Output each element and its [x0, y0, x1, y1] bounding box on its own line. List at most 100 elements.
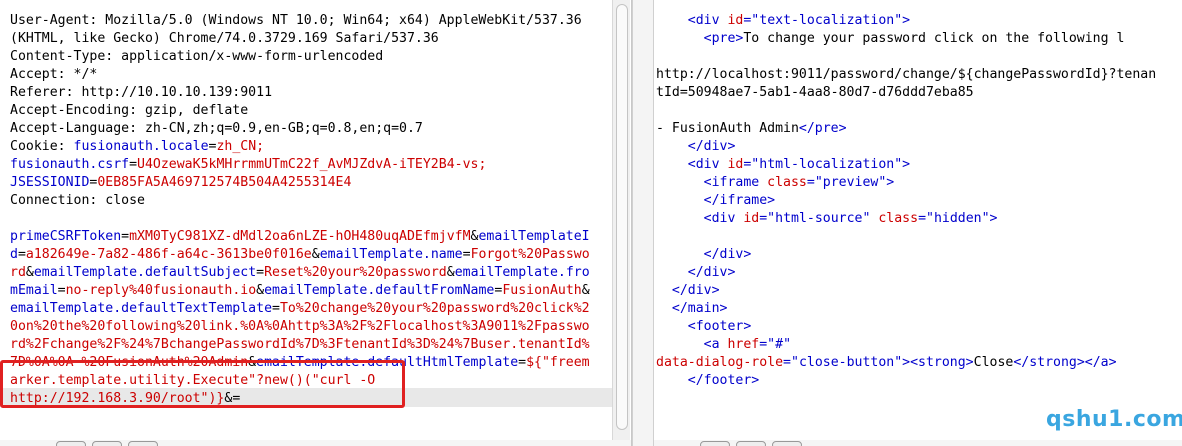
param-value: 0on%20the%20following%20link.%0A%0Ahttp%…: [10, 319, 590, 334]
response-line: <pre>To change your password click on th…: [656, 30, 1182, 48]
html-tag: </div>: [703, 247, 752, 262]
response-line: [656, 228, 1182, 246]
request-header-line: Content-Type: application/x-www-form-url…: [10, 49, 384, 64]
param-value: To%20change%20your%20password%20click%2: [279, 301, 590, 316]
response-line: <iframe class="preview">: [656, 174, 1182, 192]
param-separator: &: [256, 283, 265, 298]
request-header-line: Accept-Encoding: gzip, deflate: [10, 103, 249, 118]
request-toolbar-button-3[interactable]: [128, 441, 158, 446]
html-attribute: id: [727, 13, 744, 28]
param-key: emailTemplate.name: [319, 247, 463, 262]
html-tag: "><strong>: [894, 355, 974, 370]
request-scrollbar[interactable]: [612, 0, 630, 440]
cookie-key: fusionauth.locale: [73, 139, 209, 154]
param-value: mXM0TyC981XZ-dMdl2oa6nLZE-hOH480uqADEfmj…: [129, 229, 471, 244]
html-attribute: id: [727, 157, 744, 172]
html-tag: <a: [703, 337, 728, 352]
html-tag: </div>: [671, 283, 720, 298]
param-value: Reset%20your%20password: [264, 265, 447, 280]
param-key: emailTemplateI: [478, 229, 590, 244]
param-value: ${"freem: [526, 355, 590, 370]
response-text-content: Close: [973, 355, 1014, 370]
request-scrollbar-thumb[interactable]: [616, 4, 628, 430]
html-attribute-value: preview: [822, 175, 879, 190]
response-line: http://localhost:9011/password/change/${…: [656, 66, 1182, 84]
param-value: no-reply%40fusionauth.io: [65, 283, 257, 298]
request-toolbar-button-2[interactable]: [92, 441, 122, 446]
response-viewer-pane[interactable]: <div id="text-localization"> <pre>To cha…: [654, 0, 1182, 446]
param-equals: =: [518, 355, 527, 370]
html-tag: </div>: [687, 265, 736, 280]
html-tag: =": [759, 337, 776, 352]
param-separator: &: [446, 265, 455, 280]
html-tag: <div: [687, 157, 728, 172]
html-attribute-value: text-localization: [759, 13, 895, 28]
param-value: a182649e-7a82-486f-a64c-3613be0f016e: [25, 247, 312, 262]
html-attribute-value: html-source: [775, 211, 863, 226]
html-tag: =": [783, 355, 799, 370]
request-body-line: d=a182649e-7a82-486f-a64c-3613be0f016e&e…: [10, 246, 600, 264]
response-toolbar-button-2[interactable]: [736, 441, 766, 446]
watermark-text: qshu1.com: [1046, 407, 1182, 432]
request-body-line: rd&emailTemplate.defaultSubject=Reset%20…: [10, 264, 600, 282]
request-text[interactable]: User-Agent: Mozilla/5.0 (Windows NT 10.0…: [10, 12, 600, 408]
request-toolbar-button-1[interactable]: [56, 441, 86, 446]
html-tag: =": [918, 211, 934, 226]
param-separator: &: [25, 265, 34, 280]
request-header-line: Accept-Language: zh-CN,zh;q=0.9,en-GB;q=…: [10, 121, 423, 136]
response-line: </iframe>: [656, 192, 1182, 210]
param-separator: &: [581, 283, 590, 298]
response-toolbar-button-3[interactable]: [772, 441, 802, 446]
param-separator: &: [311, 247, 320, 262]
html-tag: <pre>: [703, 31, 744, 46]
html-tag: </footer>: [687, 373, 760, 388]
html-tag: =": [743, 157, 760, 172]
html-tag: =": [743, 13, 760, 28]
html-attribute-value: html-localization: [759, 157, 895, 172]
response-line: </div>: [656, 282, 1182, 300]
response-text-content: http://localhost:9011/password/change/${…: [656, 67, 1157, 82]
response-line: <footer>: [656, 318, 1182, 336]
html-tag: <iframe: [703, 175, 768, 190]
html-attribute-value: hidden: [933, 211, 982, 226]
response-line: <div id="html-localization">: [656, 156, 1182, 174]
response-toolbar-button-1[interactable]: [700, 441, 730, 446]
html-tag: </strong></a>: [1013, 355, 1117, 370]
html-tag: <footer>: [687, 319, 752, 334]
request-editor-pane[interactable]: User-Agent: Mozilla/5.0 (Windows NT 10.0…: [0, 0, 632, 446]
request-body-line: mEmail=no-reply%40fusionauth.io&emailTem…: [10, 282, 600, 300]
html-tag: ">: [981, 211, 998, 226]
html-tag: ">: [878, 175, 895, 190]
html-tag: =": [806, 175, 823, 190]
html-tag: ": [862, 211, 879, 226]
pane-divider[interactable]: [632, 0, 654, 446]
cookie-line: JSESSIONID=0EB85FA5A469712574B504A425531…: [10, 174, 600, 192]
request-header-line: Accept: */*: [10, 67, 98, 82]
response-line: <div id="text-localization">: [656, 12, 1182, 30]
param-key: emailTemplate.defaultFromName: [264, 283, 495, 298]
request-header-line: (KHTML, like Gecko) Chrome/74.0.3729.169…: [10, 31, 439, 46]
html-attribute: data-dialog-role: [656, 355, 784, 370]
response-text-content: - FusionAuth Admin: [656, 121, 799, 136]
param-equals: =: [121, 229, 130, 244]
response-line: <a href="#": [656, 336, 1182, 354]
html-tag: ": [783, 337, 792, 352]
response-line: - FusionAuth Admin</pre>: [656, 120, 1182, 138]
response-bottom-bar: [654, 440, 1182, 446]
html-attribute: id: [743, 211, 760, 226]
param-value: FusionAuth: [502, 283, 582, 298]
response-text[interactable]: <div id="text-localization"> <pre>To cha…: [656, 12, 1182, 390]
html-attribute-value: close-button: [798, 355, 895, 370]
html-tag: <div: [687, 13, 728, 28]
param-key: mEmail: [10, 283, 58, 298]
